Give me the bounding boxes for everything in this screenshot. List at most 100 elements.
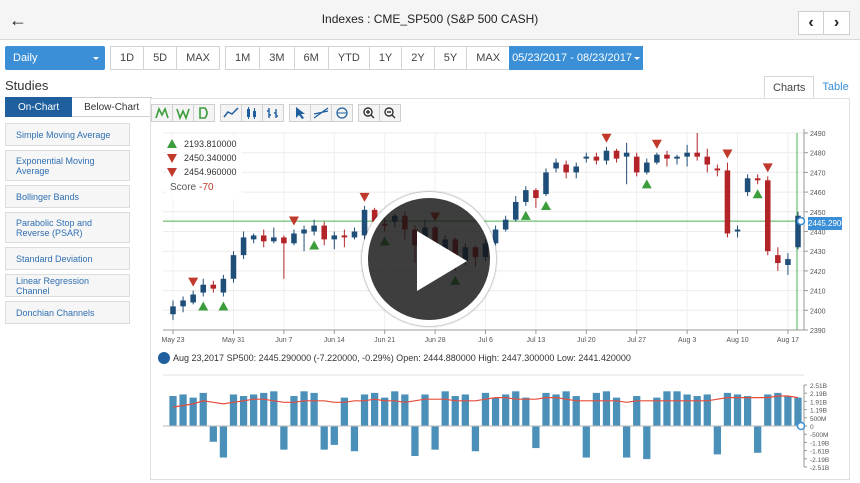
volume-bar <box>643 426 651 460</box>
price-tick-label: 2450 <box>810 210 826 217</box>
price-tick-label: 2390 <box>810 328 826 335</box>
volume-bar <box>179 394 187 426</box>
signal-row: 2450.340000 <box>166 151 242 165</box>
candle-body <box>210 284 217 289</box>
volume-bar <box>431 426 439 450</box>
volume-bar <box>381 397 389 426</box>
candle-body <box>684 152 690 157</box>
price-tick-label: 2420 <box>810 269 826 276</box>
price-tick-label: 2430 <box>810 249 826 256</box>
volume-bar <box>512 391 520 426</box>
candle-body <box>321 225 327 240</box>
date-tick-label: Jul 13 <box>527 337 546 344</box>
volume-bar <box>209 426 217 442</box>
price-tick-label: 2410 <box>810 289 826 296</box>
candle-body <box>331 235 338 240</box>
volume-bar <box>391 391 399 426</box>
candle-body <box>704 156 711 165</box>
play-icon[interactable] <box>362 192 496 326</box>
date-tick-label: May 31 <box>222 337 245 344</box>
volume-bar <box>794 397 802 426</box>
price-tick-label: 2480 <box>810 151 826 158</box>
volume-bar <box>270 391 278 426</box>
volume-bar <box>673 391 681 426</box>
volume-bar <box>774 392 782 426</box>
price-tick-label: 2490 <box>810 131 826 138</box>
candle-body <box>351 231 358 238</box>
candle-body <box>583 156 590 159</box>
date-tick-label: Aug 3 <box>678 337 696 344</box>
candle-body <box>240 237 247 256</box>
volume-bar <box>532 426 540 449</box>
volume-bar <box>764 394 772 426</box>
price-tick-label: 2460 <box>810 190 826 197</box>
volume-bar <box>754 426 762 453</box>
volume-tick-label: -500M <box>810 432 828 439</box>
volume-bar <box>663 391 671 426</box>
buy-signal-icon <box>309 240 320 250</box>
candle-body <box>553 162 559 169</box>
candle-body <box>785 259 791 265</box>
candle-body <box>613 150 620 159</box>
quote-text: SP500: 2445.290000 (-7.220000, -0.29%) O… <box>226 353 631 363</box>
volume-bar <box>522 397 530 426</box>
candle-body <box>754 178 761 181</box>
price-tick-label: 2440 <box>810 230 826 237</box>
volume-bar <box>350 426 359 452</box>
candle-body <box>623 152 630 157</box>
candle-body <box>744 178 751 193</box>
candle-body <box>644 162 650 173</box>
candle-body <box>694 152 700 157</box>
date-tick-label: Jun 28 <box>425 337 446 344</box>
date-tick-label: May 23 <box>162 337 185 344</box>
sell-signal-icon <box>359 192 370 202</box>
date-tick-label: Aug 10 <box>726 337 748 344</box>
volume-bar <box>623 426 631 458</box>
candle-body <box>573 166 579 173</box>
volume-bar <box>612 397 621 426</box>
volume-bar <box>229 394 238 426</box>
volume-bar <box>653 397 661 426</box>
signal-legend: 2193.810000 2450.340000 2454.960000 Scor… <box>166 137 242 199</box>
sell-signal-icon <box>601 133 612 143</box>
candle-body <box>170 306 176 315</box>
volume-bar <box>491 397 500 426</box>
volume-marker <box>796 421 806 431</box>
candle-body <box>603 150 610 161</box>
candle-body <box>260 235 267 242</box>
candle-body <box>311 225 317 232</box>
candle-body <box>714 168 721 171</box>
candle-body <box>724 170 731 234</box>
candle-body <box>543 172 549 195</box>
candle-body <box>764 180 771 252</box>
volume-bar <box>199 392 207 426</box>
buy-signal-icon <box>540 201 551 211</box>
volume-tick-label: 1.91B <box>810 399 827 406</box>
volume-bar <box>370 392 379 426</box>
date-tick-label: Jun 21 <box>374 337 395 344</box>
volume-bar <box>310 392 318 426</box>
quote-date: Aug 23,2017 <box>173 353 225 363</box>
candle-body <box>200 284 207 293</box>
candle-body <box>220 278 227 293</box>
volume-bar <box>219 426 228 458</box>
volume-tick-label: 2.51B <box>810 383 827 390</box>
volume-bar <box>260 392 268 426</box>
volume-bar <box>441 391 449 426</box>
sell-signal-icon <box>188 277 199 287</box>
volume-bar <box>683 394 691 426</box>
signal-value: 2193.810000 <box>184 139 237 149</box>
triangle-down-red-icon <box>167 168 177 177</box>
volume-bar <box>461 394 469 426</box>
date-tick-label: Aug 17 <box>777 337 799 344</box>
volume-bar <box>330 426 338 445</box>
score-label: Score <box>170 182 197 193</box>
volume-bar <box>703 394 711 426</box>
volume-tick-label: -1.19B <box>810 440 829 447</box>
candle-body <box>190 294 196 303</box>
buy-signal-icon <box>752 189 763 199</box>
volume-bar <box>784 396 792 426</box>
candle-body <box>301 229 307 234</box>
candle-body <box>633 156 640 173</box>
date-tick-label: Jul 20 <box>577 337 596 344</box>
